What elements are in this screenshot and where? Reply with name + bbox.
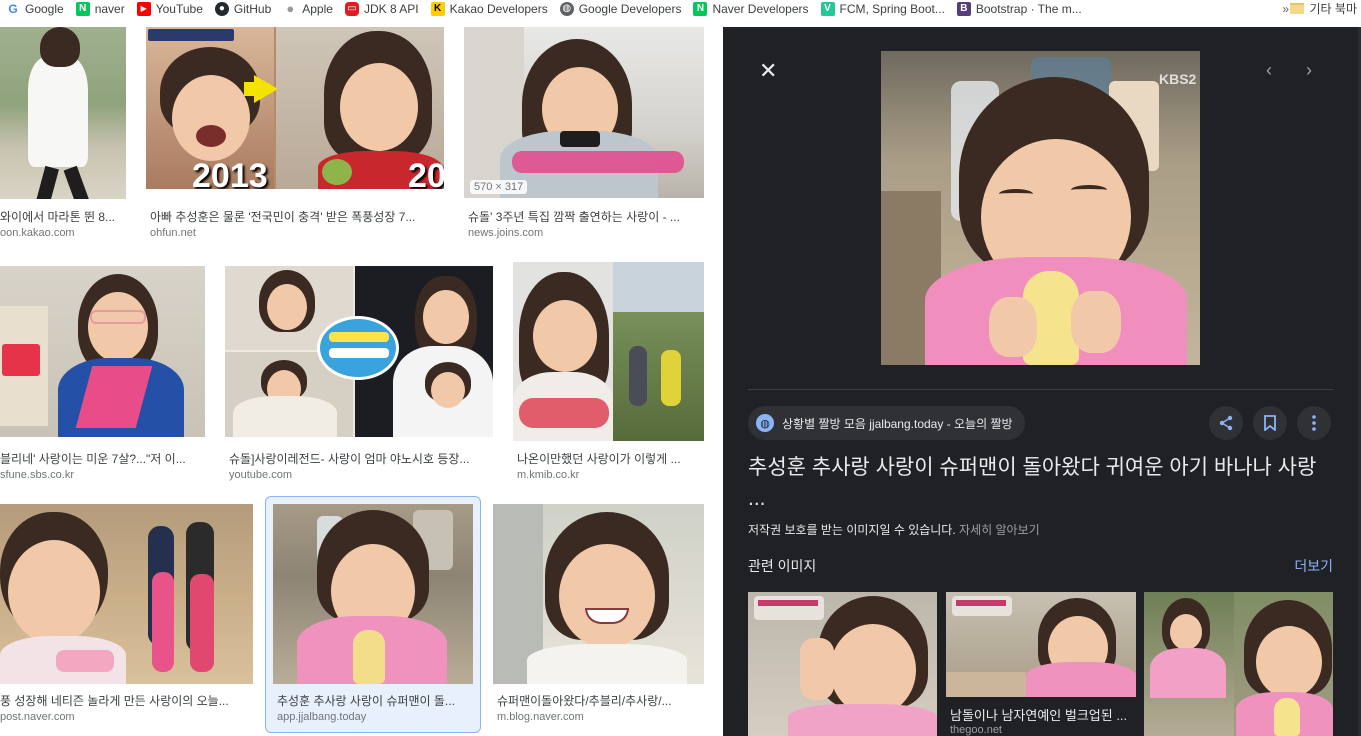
year-overlay-right: 2017 — [408, 157, 444, 189]
related-caption[interactable]: 남돌이나 남자연예인 벌크업된 ... — [950, 705, 1132, 724]
bookmark-youtube[interactable]: ▶ YouTube — [131, 0, 209, 17]
result-source: app.jjalbang.today — [277, 711, 367, 723]
related-image-2[interactable]: 남돌이나 남자연예인 벌크업된 ... thegoo.net — [946, 592, 1136, 736]
folder-icon — [1289, 3, 1304, 14]
result-source: m.kmib.co.kr — [517, 469, 580, 481]
result-thumbnail-3[interactable]: 570 × 317 — [464, 27, 704, 198]
result-thumbnail-2[interactable]: 2013 2017 — [146, 27, 444, 189]
image-results-grid: 와이에서 마라톤 뛴 8... oon.kakao.com 2013 2017 … — [0, 17, 723, 736]
result-thumbnail-7[interactable] — [0, 504, 253, 684]
globe-icon: ◍ — [559, 1, 574, 16]
kbs2-watermark: KBS2 — [1159, 71, 1197, 87]
share-button[interactable] — [1209, 406, 1243, 440]
bookmark-icon — [1264, 415, 1276, 431]
youtube-icon: ▶ — [136, 1, 151, 16]
related-thumbnail[interactable] — [946, 592, 1136, 697]
bookmark-fcm[interactable]: V FCM, Spring Boot... — [815, 0, 951, 17]
more-options-button[interactable] — [1297, 406, 1331, 440]
bookmark-bootstrap[interactable]: B Bootstrap · The m... — [951, 0, 1088, 17]
result-thumbnail-1[interactable] — [0, 27, 126, 199]
image-dimensions: 570 × 317 — [470, 180, 528, 194]
java-icon: ▭ — [344, 1, 359, 16]
bookmark-google[interactable]: G Google — [0, 0, 70, 17]
bookmarks-overflow-button[interactable]: » — [1282, 0, 1289, 17]
result-thumbnail-8[interactable] — [273, 504, 473, 684]
year-overlay-left: 2013 — [192, 157, 268, 189]
result-thumbnail-5[interactable] — [225, 266, 493, 437]
preview-title[interactable]: 추성훈 추사랑 사랑이 슈퍼맨이 돌아왔다 귀여운 아기 바나나 사랑 ... — [748, 452, 1338, 514]
related-source: thegoo.net — [950, 724, 1002, 736]
bookmark-google-developers[interactable]: ◍ Google Developers — [554, 0, 688, 17]
more-vert-icon — [1312, 415, 1316, 431]
other-bookmarks-folder[interactable]: 기타 북마 — [1289, 0, 1361, 17]
bookmark-naver-developers[interactable]: N Naver Developers — [687, 0, 814, 17]
bookmark-apple[interactable]: ● Apple — [277, 0, 339, 17]
result-source: news.joins.com — [468, 227, 544, 239]
related-image-1[interactable] — [748, 592, 937, 736]
result-caption[interactable]: 슈돌' 3주년 특집 깜짝 출연하는 사랑이 - ... — [468, 208, 704, 225]
divider — [748, 389, 1333, 390]
result-caption[interactable]: 슈퍼맨이돌아왔다/추블리/추사랑/... — [497, 692, 703, 709]
result-source: youtube.com — [229, 469, 292, 481]
result-thumbnail-4[interactable] — [0, 266, 205, 437]
share-icon — [1219, 415, 1233, 431]
image-preview-panel: ✕ ‹ › KBS2 ◍ 상황별 짤방 모음 jjalbang.today - … — [723, 27, 1361, 736]
preview-image[interactable]: KBS2 — [881, 51, 1200, 365]
result-caption[interactable]: 추성훈 추사랑 사랑이 슈퍼맨이 돌... — [277, 692, 473, 709]
source-site-label: 상황별 짤방 모음 jjalbang.today - 오늘의 짤방 — [782, 416, 1013, 431]
bookmark-jdk[interactable]: ▭ JDK 8 API — [339, 0, 425, 17]
result-source: sfune.sbs.co.kr — [0, 469, 74, 481]
result-caption[interactable]: 슈돌]사랑이레전드- 사랑이 엄마 야노시호 등장... — [229, 450, 493, 467]
save-button[interactable] — [1253, 406, 1287, 440]
bookmark-naver[interactable]: Nnaver — [70, 0, 131, 17]
related-image-3[interactable] — [1144, 592, 1333, 736]
result-caption[interactable]: 블리네' 사랑이는 미운 7살?..."저 이... — [0, 450, 204, 467]
result-caption[interactable]: 와이에서 마라톤 뛴 8... — [0, 208, 124, 225]
bookmarks-bar: G Google Nnaver ▶ YouTube ● GitHub ● Apple ▭… — [0, 0, 1361, 17]
result-caption[interactable]: 아빠 추성훈은 물론 '전국민이 충격' 받은 폭풍성장 7... — [150, 208, 444, 225]
velog-icon: V — [820, 1, 835, 16]
result-thumbnail-9[interactable] — [493, 504, 704, 684]
bootstrap-icon: B — [956, 1, 971, 16]
result-caption[interactable]: 나온이만했던 사랑이가 이렇게 ... — [517, 450, 703, 467]
see-more-link[interactable]: 더보기 — [1294, 556, 1333, 576]
apple-icon: ● — [283, 1, 298, 16]
related-thumbnail[interactable] — [748, 592, 937, 736]
related-images-heading: 관련 이미지 — [748, 558, 817, 574]
result-source: ohfun.net — [150, 227, 196, 239]
source-site-chip[interactable]: ◍ 상황별 짤방 모음 jjalbang.today - 오늘의 짤방 — [748, 406, 1025, 440]
result-caption[interactable]: 풍 성장해 네티즌 놀라게 만든 사랑이의 오늘... — [0, 692, 250, 709]
copyright-notice: 저작권 보호를 받는 이미지일 수 있습니다. 자세히 알아보기 — [748, 523, 1040, 537]
result-thumbnail-6[interactable] — [513, 262, 704, 441]
close-icon[interactable]: ✕ — [759, 60, 777, 82]
result-source: post.naver.com — [0, 711, 75, 723]
google-icon: G — [6, 1, 20, 16]
bookmark-github[interactable]: ● GitHub — [209, 0, 277, 17]
learn-more-link[interactable]: 자세히 알아보기 — [959, 523, 1040, 537]
naver-icon: N — [75, 1, 90, 16]
naver-icon: N — [693, 1, 708, 16]
bookmark-kakao[interactable]: K Kakao Developers — [425, 0, 554, 17]
globe-icon: ◍ — [756, 414, 774, 432]
kakao-icon: K — [430, 1, 445, 16]
chevron-left-icon[interactable]: ‹ — [1266, 60, 1272, 80]
related-thumbnail[interactable] — [1144, 592, 1333, 736]
chevron-right-icon[interactable]: › — [1306, 60, 1312, 80]
github-icon: ● — [214, 1, 229, 16]
result-source: oon.kakao.com — [0, 227, 75, 239]
result-source: m.blog.naver.com — [497, 711, 584, 723]
